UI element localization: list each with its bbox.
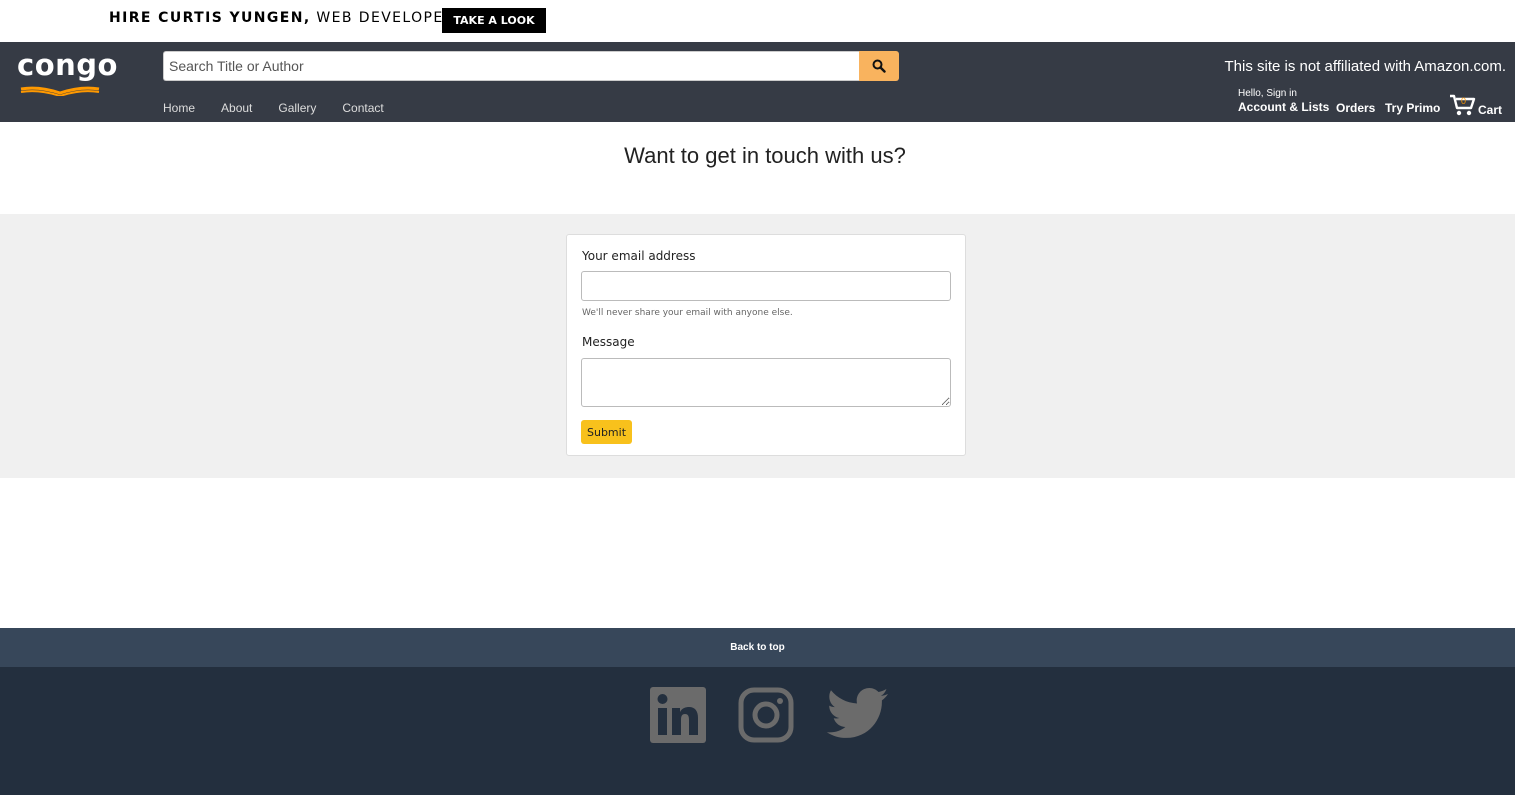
promo-bar: HIRE CURTIS YUNGEN, WEB DEVELOPER. TAKE … — [0, 0, 1515, 42]
search-button[interactable] — [859, 51, 899, 81]
back-to-top-button[interactable]: Back to top — [0, 628, 1515, 667]
page-title: Want to get in touch with us? — [624, 143, 906, 168]
take-a-look-button[interactable]: TAKE A LOOK — [442, 8, 546, 33]
nav-contact[interactable]: Contact — [342, 101, 383, 115]
message-field[interactable] — [581, 358, 951, 407]
account-label: Account & Lists — [1238, 100, 1330, 114]
email-field[interactable] — [581, 271, 951, 301]
search-bar — [163, 51, 899, 81]
cart-label: Cart — [1478, 103, 1503, 117]
submit-button[interactable]: Submit — [581, 420, 632, 444]
email-label: Your email address — [582, 249, 696, 263]
nav-gallery[interactable]: Gallery — [278, 101, 316, 115]
nav-home[interactable]: Home — [163, 101, 195, 115]
linkedin-icon[interactable] — [650, 687, 706, 743]
cart-count: 0 — [1461, 96, 1467, 106]
instagram-icon[interactable] — [738, 687, 794, 743]
message-label: Message — [582, 335, 635, 349]
twitter-icon[interactable] — [826, 687, 890, 743]
site-header: congo Home About Gallery Contact This si… — [0, 42, 1515, 122]
congo-logo[interactable]: congo — [15, 48, 117, 98]
nav-about[interactable]: About — [221, 101, 252, 115]
cart-link[interactable]: 0 Cart — [1449, 93, 1509, 119]
email-help-text: We'll never share your email with anyone… — [582, 308, 793, 318]
disclaimer-text: This site is not affiliated with Amazon.… — [1224, 58, 1506, 75]
promo-role: WEB DEVELOPER. — [310, 10, 461, 26]
contact-section: Your email address We'll never share you… — [0, 214, 1515, 478]
logo-text: congo — [17, 48, 118, 82]
search-input[interactable] — [163, 51, 860, 81]
site-footer — [0, 667, 1515, 795]
try-primo-link[interactable]: Try Primo — [1385, 101, 1440, 115]
contact-form: Your email address We'll never share you… — [566, 234, 966, 456]
promo-name: HIRE CURTIS YUNGEN, — [109, 10, 311, 26]
promo-text: HIRE CURTIS YUNGEN, WEB DEVELOPER. — [109, 10, 460, 26]
account-greeting: Hello, Sign in — [1238, 88, 1297, 99]
logo-smile-icon — [20, 86, 100, 96]
search-icon — [872, 59, 886, 73]
main-nav: Home About Gallery Contact — [163, 101, 410, 115]
orders-link[interactable]: Orders — [1336, 101, 1375, 115]
account-lists-link[interactable]: Hello, Sign in Account & Lists — [1238, 88, 1329, 114]
